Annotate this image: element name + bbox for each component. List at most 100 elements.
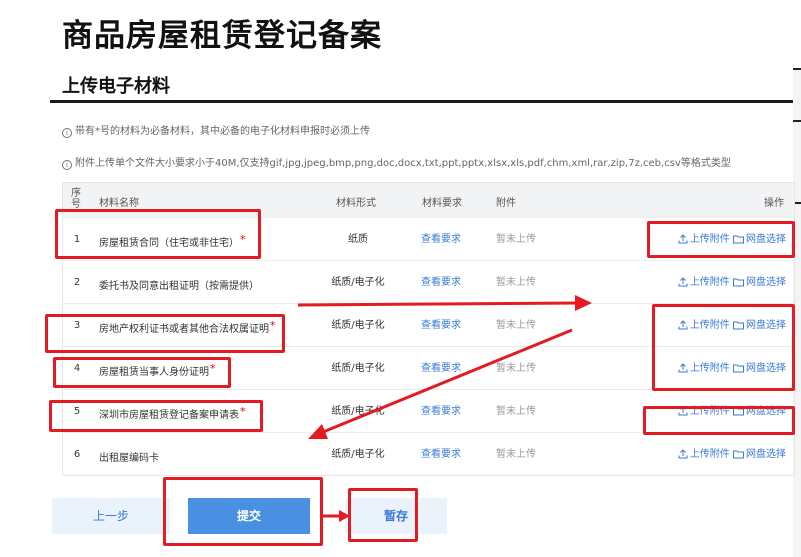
view-requirement-link[interactable]: 查看要求 <box>421 304 461 347</box>
cloud-select-label: 网盘选择 <box>746 449 786 460</box>
file-type-note: i 附件上传单个文件大小要求小于40M,仅支持gif,jpg,jpeg,bmp,p… <box>62 154 731 170</box>
required-mark: * <box>270 319 276 332</box>
material-name-text: 委托书及同意出租证明（按需提供） <box>99 281 259 292</box>
upload-attachment-label: 上传附件 <box>689 406 730 417</box>
table-row: 5 深圳市房屋租赁登记备案申请表* 纸质/电子化 查看要求 暂未上传 上传附件 网盘选择 <box>63 389 794 432</box>
cloud-select-label: 网盘选择 <box>746 363 786 374</box>
required-note: i 带有*号的材料为必备材料，其中必备的电子化材料申报时必须上传 <box>62 122 370 138</box>
attachment-status: 暂未上传 <box>496 363 536 374</box>
materials-table: 序号 材料名称 材料形式 材料要求 附件 操作 1 房屋租赁合同（住宅或非住宅）*… <box>62 182 795 476</box>
row-seq: 2 <box>73 277 81 288</box>
required-mark: * <box>210 362 216 375</box>
material-name: 出租屋编码卡 <box>99 433 160 480</box>
upload-attachment-button[interactable]: 上传附件 <box>678 406 730 417</box>
section-title: 上传电子材料 <box>62 76 170 97</box>
material-name-text: 房地产权利证书或者其他合法权属证明 <box>99 324 269 335</box>
folder-icon <box>733 363 746 374</box>
folder-icon <box>733 234 746 245</box>
upload-attachment-label: 上传附件 <box>689 449 730 460</box>
upload-icon <box>678 277 690 288</box>
material-name-text: 出租屋编码卡 <box>99 453 159 464</box>
upload-attachment-button[interactable]: 上传附件 <box>678 234 730 245</box>
material-form: 纸质/电子化 <box>331 320 385 331</box>
cloud-select-button[interactable]: 网盘选择 <box>733 406 786 417</box>
upload-attachment-label: 上传附件 <box>689 320 730 331</box>
header-action: 操作 <box>764 198 784 209</box>
cloud-select-button[interactable]: 网盘选择 <box>733 320 786 331</box>
row-seq: 1 <box>73 234 81 245</box>
attachment-status: 暂未上传 <box>496 234 536 245</box>
cloud-select-label: 网盘选择 <box>746 234 786 245</box>
submit-button[interactable]: 提交 <box>188 498 310 534</box>
table-row: 2 委托书及同意出租证明（按需提供） 纸质/电子化 查看要求 暂未上传 上传附件 网盘选择 <box>63 260 794 303</box>
folder-icon <box>733 277 746 288</box>
upload-attachment-button[interactable]: 上传附件 <box>678 277 730 288</box>
material-form: 纸质/电子化 <box>331 277 385 288</box>
cloud-select-button[interactable]: 网盘选择 <box>733 449 786 460</box>
attachment-status: 暂未上传 <box>496 320 536 331</box>
material-name-text: 房屋租赁合同（住宅或非住宅） <box>99 238 239 249</box>
table-row: 1 房屋租赁合同（住宅或非住宅）* 纸质 查看要求 暂未上传 上传附件 网盘选择 <box>63 217 794 260</box>
row-actions: 上传附件 网盘选择 <box>678 433 786 476</box>
upload-icon <box>678 234 690 245</box>
cloud-select-label: 网盘选择 <box>746 406 786 417</box>
row-actions: 上传附件 网盘选择 <box>678 218 786 261</box>
material-form: 纸质 <box>348 234 368 245</box>
material-name: 房屋租赁合同（住宅或非住宅）* <box>99 218 246 265</box>
header-attachment: 附件 <box>496 198 516 209</box>
table-header: 序号 材料名称 材料形式 材料要求 附件 操作 <box>63 183 794 217</box>
header-requirement: 材料要求 <box>422 198 462 209</box>
page-title: 商品房屋租赁登记备案 <box>62 18 382 54</box>
cloud-select-label: 网盘选择 <box>746 277 786 288</box>
required-mark: * <box>240 405 246 418</box>
material-name: 房屋租赁当事人身份证明* <box>99 347 216 394</box>
upload-icon <box>678 406 690 417</box>
material-name: 委托书及同意出租证明（按需提供） <box>99 261 260 308</box>
view-requirement-link[interactable]: 查看要求 <box>421 261 461 304</box>
material-name-text: 房屋租赁当事人身份证明 <box>99 367 209 378</box>
upload-attachment-label: 上传附件 <box>689 277 730 288</box>
save-draft-button[interactable]: 暂存 <box>345 498 447 534</box>
upload-attachment-button[interactable]: 上传附件 <box>678 449 730 460</box>
folder-icon <box>733 449 746 460</box>
upload-attachment-button[interactable]: 上传附件 <box>678 320 730 331</box>
row-seq: 5 <box>73 406 81 417</box>
cloud-select-button[interactable]: 网盘选择 <box>733 277 786 288</box>
upload-icon <box>678 363 690 374</box>
upload-attachment-label: 上传附件 <box>689 363 730 374</box>
attachment-status: 暂未上传 <box>496 449 536 460</box>
upload-icon <box>678 449 690 460</box>
cloud-select-button[interactable]: 网盘选择 <box>733 363 786 374</box>
view-requirement-link[interactable]: 查看要求 <box>421 347 461 390</box>
upload-attachment-label: 上传附件 <box>689 234 730 245</box>
row-actions: 上传附件 网盘选择 <box>678 304 786 347</box>
info-icon: i <box>62 160 72 170</box>
material-form: 纸质/电子化 <box>331 406 385 417</box>
view-requirement-link[interactable]: 查看要求 <box>421 390 461 433</box>
header-form: 材料形式 <box>336 198 376 209</box>
required-mark: * <box>240 233 246 246</box>
required-note-text: 带有*号的材料为必备材料，其中必备的电子化材料申报时必须上传 <box>75 126 370 137</box>
folder-icon <box>733 320 746 331</box>
table-row: 3 房地产权利证书或者其他合法权属证明* 纸质/电子化 查看要求 暂未上传 上传附件 网盘… <box>63 303 794 346</box>
upload-attachment-button[interactable]: 上传附件 <box>678 363 730 374</box>
file-type-note-text: 附件上传单个文件大小要求小于40M,仅支持gif,jpg,jpeg,bmp,pn… <box>75 158 731 169</box>
material-name: 房地产权利证书或者其他合法权属证明* <box>99 304 276 351</box>
row-actions: 上传附件 网盘选择 <box>678 347 786 390</box>
view-requirement-link[interactable]: 查看要求 <box>421 433 461 476</box>
row-actions: 上传附件 网盘选择 <box>678 390 786 433</box>
info-icon: i <box>62 128 72 138</box>
material-name: 深圳市房屋租赁登记备案申请表* <box>99 390 246 437</box>
view-requirement-link[interactable]: 查看要求 <box>421 218 461 261</box>
cloud-select-button[interactable]: 网盘选择 <box>733 234 786 245</box>
prev-step-button[interactable]: 上一步 <box>52 498 170 534</box>
material-name-text: 深圳市房屋租赁登记备案申请表 <box>99 410 239 421</box>
row-seq: 4 <box>73 363 81 374</box>
table-row: 4 房屋租赁当事人身份证明* 纸质/电子化 查看要求 暂未上传 上传附件 网盘选择 <box>63 346 794 389</box>
material-form: 纸质/电子化 <box>331 449 385 460</box>
row-actions: 上传附件 网盘选择 <box>678 261 786 304</box>
row-seq: 3 <box>73 320 81 331</box>
attachment-status: 暂未上传 <box>496 406 536 417</box>
section-divider <box>50 100 801 103</box>
row-seq: 6 <box>73 449 81 460</box>
